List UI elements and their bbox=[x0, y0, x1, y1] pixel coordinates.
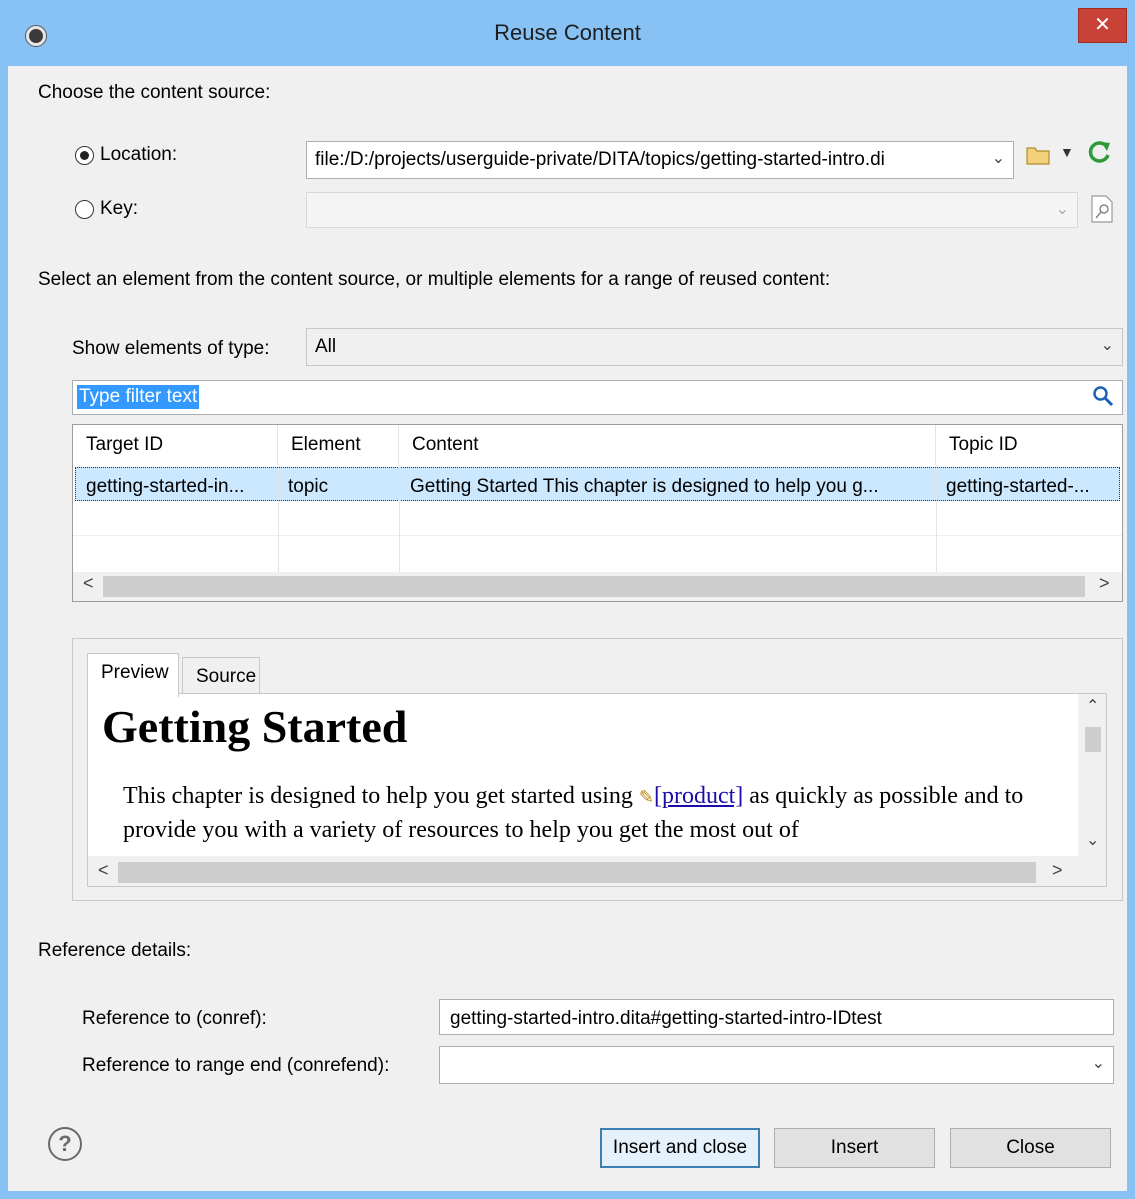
preview-vscrollbar[interactable]: ⌃ ⌄ bbox=[1078, 694, 1106, 856]
preview-pane: Getting Started This chapter is designed… bbox=[87, 693, 1107, 887]
conref-field[interactable]: getting-started-intro.dita#getting-start… bbox=[439, 999, 1114, 1035]
location-combo[interactable]: file:/D:/projects/userguide-private/DITA… bbox=[306, 141, 1014, 179]
chevron-down-icon: ⌄ bbox=[1091, 1055, 1105, 1072]
insert-and-close-button[interactable]: Insert and close bbox=[600, 1128, 760, 1168]
cell-content: Getting Started This chapter is designed… bbox=[410, 476, 879, 497]
close-window-button[interactable]: ✕ bbox=[1078, 8, 1127, 43]
title-bar: Reuse Content ✕ bbox=[0, 0, 1135, 66]
elements-table[interactable]: Target ID Element Content Topic ID getti… bbox=[72, 424, 1123, 602]
key-label: Key: bbox=[100, 198, 139, 219]
select-instruction: Select an element from the content sourc… bbox=[38, 269, 831, 290]
scroll-left-icon[interactable]: < bbox=[98, 860, 109, 881]
col-topic-id[interactable]: Topic ID bbox=[936, 425, 1122, 465]
location-radio[interactable] bbox=[75, 146, 94, 165]
conref-label: Reference to (conref): bbox=[82, 1008, 267, 1029]
folder-icon[interactable] bbox=[1026, 144, 1050, 172]
preview-group: Preview Source Getting Started This chap… bbox=[72, 638, 1123, 901]
details-heading: Reference details: bbox=[38, 940, 192, 961]
scroll-thumb[interactable] bbox=[103, 576, 1085, 597]
conrefend-label: Reference to range end (conrefend): bbox=[82, 1055, 390, 1076]
location-label: Location: bbox=[100, 144, 178, 165]
filter-input[interactable]: Type filter text bbox=[72, 380, 1123, 415]
col-element[interactable]: Element bbox=[278, 425, 399, 465]
insert-button[interactable]: Insert bbox=[774, 1128, 935, 1168]
window-title: Reuse Content bbox=[494, 20, 641, 45]
chevron-down-icon: ⌄ bbox=[1055, 201, 1069, 218]
table-hscrollbar[interactable]: < > bbox=[73, 572, 1122, 601]
scroll-thumb[interactable] bbox=[1085, 727, 1101, 752]
key-radio[interactable] bbox=[75, 200, 94, 219]
source-heading: Choose the content source: bbox=[38, 82, 271, 103]
preview-hscrollbar[interactable]: < > bbox=[88, 856, 1106, 886]
product-link[interactable]: [product] bbox=[654, 783, 743, 809]
chevron-down-icon: ⌄ bbox=[991, 150, 1005, 167]
location-value: file:/D:/projects/userguide-private/DITA… bbox=[315, 149, 885, 170]
preview-body: This chapter is designed to help you get… bbox=[123, 783, 1024, 843]
dialog-body: Choose the content source: Location: fil… bbox=[8, 66, 1127, 1191]
col-target-id[interactable]: Target ID bbox=[73, 425, 278, 465]
tab-source[interactable]: Source bbox=[182, 657, 260, 697]
chevron-down-icon[interactable]: ▼ bbox=[1060, 144, 1074, 160]
chevron-down-icon: ⌄ bbox=[1100, 337, 1114, 354]
scroll-thumb[interactable] bbox=[118, 862, 1036, 883]
key-combo[interactable]: ⌄ bbox=[306, 192, 1078, 228]
cell-target-id: getting-started-in... bbox=[86, 476, 245, 497]
scroll-right-icon[interactable]: > bbox=[1052, 860, 1063, 881]
preview-title: Getting Started bbox=[102, 701, 408, 752]
paperclip-icon: ✎ bbox=[638, 787, 654, 807]
tab-preview[interactable]: Preview bbox=[87, 653, 179, 697]
scroll-down-icon[interactable]: ⌄ bbox=[1086, 830, 1099, 850]
cell-topic-id: getting-started-... bbox=[946, 476, 1090, 497]
scroll-right-icon[interactable]: > bbox=[1099, 573, 1110, 594]
cell-element: topic bbox=[288, 476, 329, 497]
refresh-icon[interactable] bbox=[1086, 138, 1112, 172]
col-content[interactable]: Content bbox=[399, 425, 936, 465]
scroll-up-icon[interactable]: ⌃ bbox=[1086, 696, 1099, 716]
scroll-left-icon[interactable]: < bbox=[83, 573, 94, 594]
close-button[interactable]: Close bbox=[950, 1128, 1111, 1168]
dialog-window: Reuse Content ✕ Choose the content sourc… bbox=[0, 0, 1135, 1199]
search-icon[interactable] bbox=[1092, 385, 1114, 413]
choose-key-icon[interactable] bbox=[1089, 194, 1115, 230]
help-icon[interactable]: ? bbox=[48, 1127, 82, 1161]
element-type-combo[interactable]: All ⌄ bbox=[306, 328, 1123, 366]
type-label: Show elements of type: bbox=[72, 338, 270, 359]
conrefend-combo[interactable]: ⌄ bbox=[439, 1046, 1114, 1084]
